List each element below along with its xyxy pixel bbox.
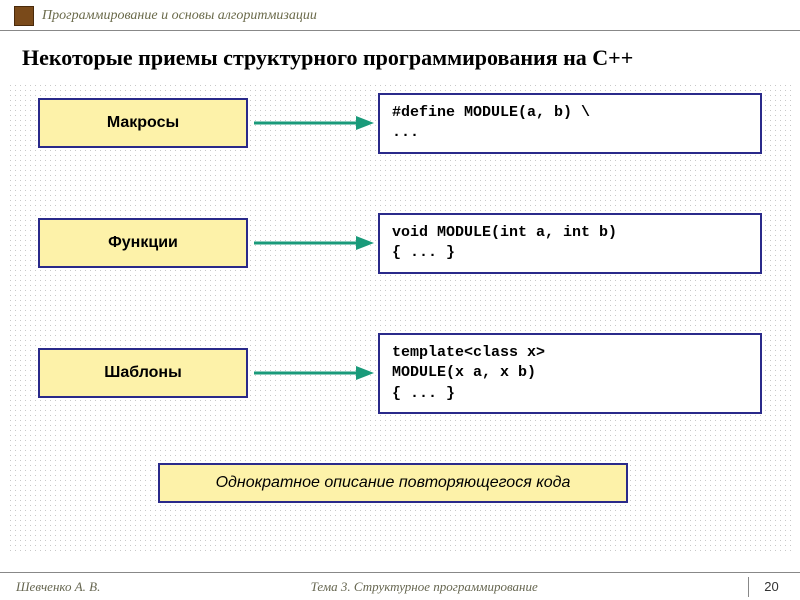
course-logo-icon xyxy=(14,6,34,26)
row-templates: Шаблоны template<class x> MODULE(x a, x … xyxy=(38,333,762,414)
page-number: 20 xyxy=(748,577,794,597)
label-templates: Шаблоны xyxy=(38,348,248,398)
slide-body: Макросы #define MODULE(a, b) \ ... Функц… xyxy=(8,83,792,553)
label-macros: Макросы xyxy=(38,98,248,148)
footer-author: Шевченко А. В. xyxy=(6,579,100,595)
caption: Однократное описание повторяющегося кода xyxy=(158,463,628,503)
arrow-icon xyxy=(248,228,378,258)
row-macros: Макросы #define MODULE(a, b) \ ... xyxy=(38,93,762,154)
label-functions: Функции xyxy=(38,218,248,268)
slide-header: Программирование и основы алгоритмизации xyxy=(0,0,800,31)
code-functions: void MODULE(int a, int b) { ... } xyxy=(378,213,762,274)
footer-topic: Тема 3. Структурное программирование xyxy=(100,579,748,595)
slide-footer: Шевченко А. В. Тема 3. Структурное прогр… xyxy=(0,572,800,600)
course-name: Программирование и основы алгоритмизации xyxy=(42,8,317,24)
slide-title: Некоторые приемы структурного программир… xyxy=(0,31,800,83)
code-macros: #define MODULE(a, b) \ ... xyxy=(378,93,762,154)
arrow-icon xyxy=(248,108,378,138)
row-functions: Функции void MODULE(int a, int b) { ... … xyxy=(38,213,762,274)
code-templates: template<class x> MODULE(x a, x b) { ...… xyxy=(378,333,762,414)
arrow-icon xyxy=(248,358,378,388)
